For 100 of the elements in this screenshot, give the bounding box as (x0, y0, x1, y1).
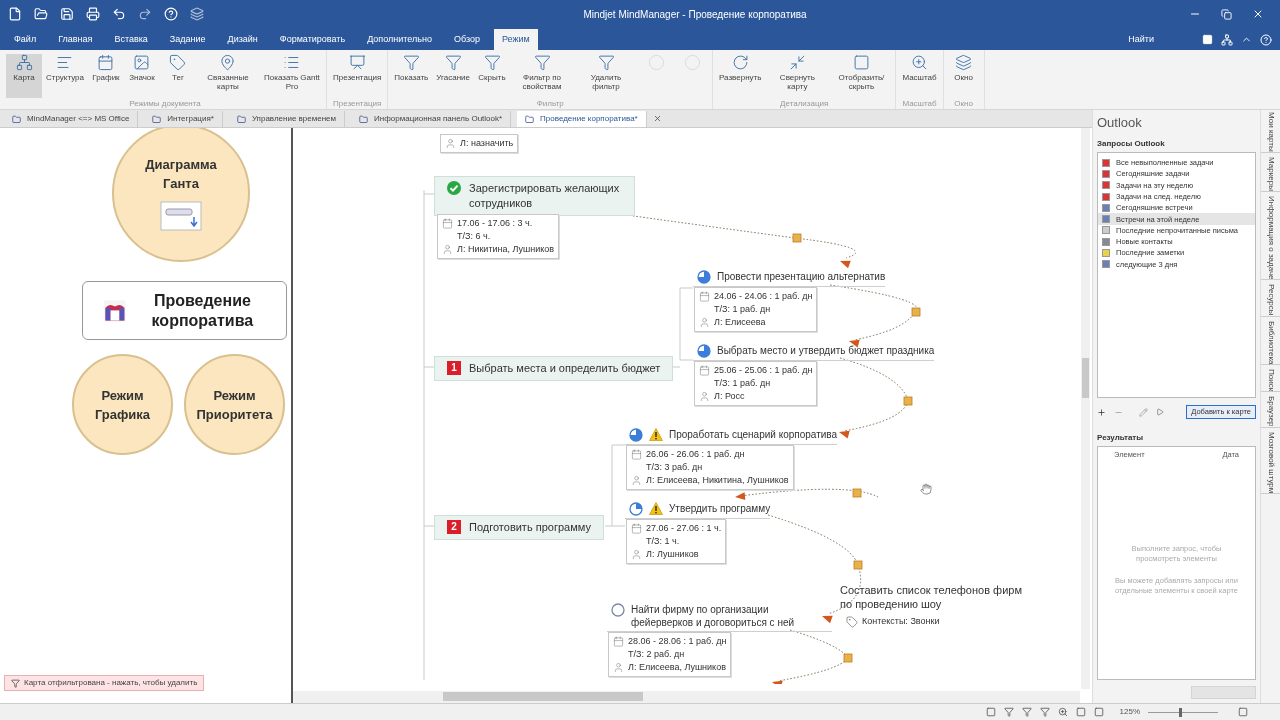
resources-text: Л: Елисеева, Лушников (628, 661, 726, 674)
topic-box[interactable]: 1 Выбрать места и определить бюджет (434, 356, 674, 381)
ribbon-tab[interactable]: Обзор (445, 29, 488, 50)
document-tab[interactable]: Информационная панель Outlook* (351, 111, 512, 127)
document-tab[interactable]: Интеграция* (144, 111, 223, 127)
ribbon-tab[interactable]: Вставка (106, 29, 156, 50)
ribbon-button[interactable]: Скрыть (474, 54, 510, 98)
ribbon-button[interactable]: Показать Gantt Pro (259, 54, 324, 98)
calendar-icon (631, 523, 642, 534)
ribbon-button[interactable]: Фильтр по свойствам (510, 54, 574, 98)
undo-icon[interactable] (112, 7, 126, 21)
collapse-icon (788, 54, 806, 71)
side-tab[interactable]: Ресурсы (1260, 284, 1280, 317)
filter-icon (597, 54, 615, 71)
ribbon-button[interactable]: Окно (945, 54, 982, 98)
image-icon (133, 54, 151, 71)
central-topic[interactable]: Проведение корпоратива (82, 281, 287, 340)
vertical-scrollbar[interactable] (1081, 128, 1090, 689)
save-icon[interactable] (60, 7, 74, 21)
ribbon-button[interactable]: Удалить фильтр (574, 54, 638, 98)
person-icon (445, 138, 456, 149)
ribbon-tab[interactable]: Дополнительно (359, 29, 440, 50)
ribbon-button[interactable]: Развернуть (715, 54, 766, 98)
date-range: 27.06 - 27.06 : 1 ч. (646, 522, 722, 535)
document-icon (236, 114, 246, 124)
queries-label: Запросы Outlook (1097, 138, 1166, 150)
filter-icon[interactable] (1003, 707, 1014, 717)
new-file-icon[interactable] (8, 7, 22, 21)
ribbon-button[interactable]: Презентация (328, 54, 386, 98)
ribbon-tab[interactable]: Главная (50, 29, 101, 50)
topic-box[interactable]: 2 Подготовить программу (434, 515, 604, 540)
document-icon (152, 114, 162, 124)
ribbon-button[interactable]: Свернуть карту (765, 54, 830, 98)
ribbon-button[interactable]: Связанные карты (195, 54, 260, 98)
ribbon-button[interactable]: Структура (42, 54, 88, 98)
filter-icon[interactable] (1039, 707, 1050, 717)
person-icon (442, 244, 453, 255)
progress-icon (611, 603, 625, 617)
run-icon[interactable] (1156, 408, 1164, 416)
find-button[interactable]: Найти (1120, 29, 1162, 50)
floating-topic[interactable]: Составить список телефонов фирм по проведению шоу (840, 583, 1035, 611)
map-pin-icon (219, 54, 237, 71)
help-icon[interactable] (1260, 33, 1272, 46)
document-tab[interactable]: Проведение корпоратива* (517, 111, 647, 127)
side-tab[interactable]: Поиск (1260, 369, 1280, 393)
ribbon-button[interactable]: Отобразить/скрыть (829, 54, 894, 98)
print-icon[interactable] (86, 7, 100, 21)
close-icon[interactable] (1252, 8, 1264, 20)
restore-icon[interactable] (1221, 8, 1232, 20)
document-tab[interactable]: MindManager <=> MS Office (4, 111, 139, 127)
ribbon-tab[interactable]: Форматировать (271, 29, 354, 50)
ribbon-tab[interactable]: Задание (161, 29, 214, 50)
ribbon-button[interactable]: Показать (390, 54, 433, 98)
filter-icon (11, 678, 20, 688)
square-icon[interactable] (1202, 34, 1213, 45)
filter-icon[interactable] (1021, 707, 1032, 717)
side-tab[interactable]: Информация о задаче (1260, 195, 1280, 281)
side-tab[interactable]: Маркеры (1260, 156, 1280, 192)
ribbon-group-label: Окно (953, 98, 974, 110)
page-icon[interactable] (1075, 707, 1086, 717)
zoom-slider-thumb[interactable] (1178, 707, 1182, 717)
ribbon-button[interactable]: Значок (123, 54, 160, 98)
side-tab[interactable]: Мои карты (1260, 112, 1280, 153)
close-tab-icon[interactable] (652, 114, 662, 123)
ribbon-button[interactable]: Масштаб (898, 54, 941, 98)
side-tab[interactable]: Библиотека (1260, 320, 1280, 366)
filter-icon (402, 54, 420, 71)
hand-cursor-icon (920, 483, 932, 495)
help-icon[interactable] (164, 7, 178, 21)
redo-icon[interactable] (138, 7, 152, 21)
resources-text: Л: назначить (460, 137, 514, 150)
document-tab[interactable]: Управление временем (228, 111, 346, 127)
topic-box[interactable]: Зарегистрировать желающих сотрудников (434, 176, 635, 216)
view-icon[interactable] (985, 707, 996, 717)
ribbon-button[interactable]: Угасание (432, 54, 474, 98)
ribbon-tab[interactable]: Режим (493, 29, 538, 50)
topic-label: Диаграмма Ганта (144, 156, 218, 193)
open-folder-icon[interactable] (34, 7, 48, 21)
effort-text: Т/З: 6 ч. (457, 231, 491, 241)
ribbon-button[interactable]: График (87, 54, 124, 98)
ribbon-tab[interactable]: Файл (6, 29, 45, 50)
ribbon-button[interactable]: Тег (159, 54, 196, 98)
zoom-icon[interactable] (1057, 707, 1068, 717)
ribbon-button[interactable]: Карта (6, 54, 42, 98)
page-icon[interactable] (1093, 707, 1104, 717)
topic-label: Режим Приоритета (196, 386, 273, 424)
horizontal-scrollbar[interactable] (293, 691, 1080, 703)
document-icon (359, 114, 369, 124)
ribbon-tab[interactable]: Дизайн (219, 29, 266, 50)
side-tab[interactable]: Мозговой штурм (1260, 431, 1280, 495)
filter-notice[interactable]: Карта отфильтрована - нажать, чтобы удалить (4, 675, 205, 691)
subtopic-title: Утвердить программу (669, 502, 771, 515)
central-topic-label: Проведение корпоратива (150, 290, 255, 331)
side-tab[interactable]: Браузер (1260, 396, 1280, 428)
network-icon[interactable] (1221, 33, 1233, 46)
check-icon (447, 181, 461, 195)
zoom-icon (911, 54, 928, 71)
layers-icon[interactable] (190, 7, 204, 21)
fit-icon[interactable] (1238, 707, 1248, 717)
add-icon[interactable] (1097, 407, 1106, 417)
